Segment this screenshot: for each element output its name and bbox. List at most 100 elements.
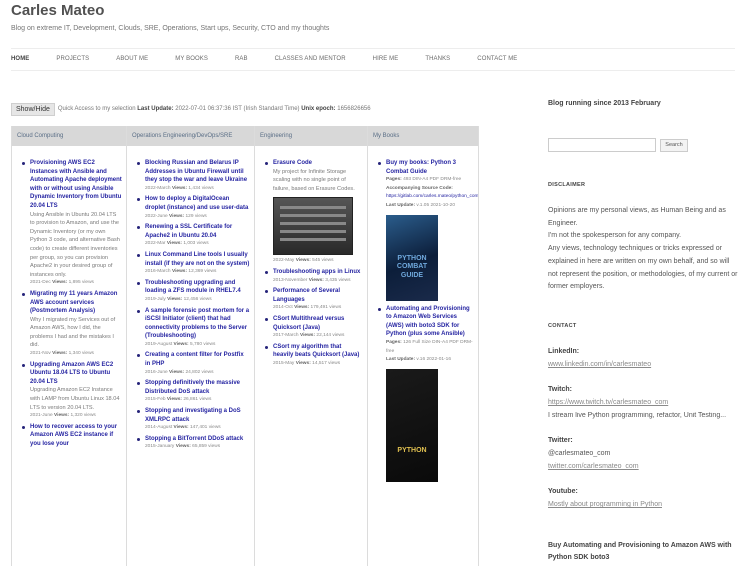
list-item: Migrating my 11 years Amazon AWS account… [20,290,122,359]
nav-projects[interactable]: PROJECTS [56,56,89,62]
article-link[interactable]: Stopping a BitTorrent DDoS attack [145,435,250,444]
disclaimer-heading: DISCLAIMER [548,182,586,188]
list-item: Stopping definitively the massive Distri… [135,379,250,405]
article-link[interactable]: Stopping definitively the massive Distri… [145,379,250,396]
article-link[interactable]: CSort my algorithm that heavily beats Qu… [273,343,363,360]
list-item: Renewing a SSL Certificate for Apache2 i… [135,223,250,249]
quick-access-table: Cloud Computing Provisioning AWS EC2 Ins… [11,126,479,566]
list-item: Erasure Code My project for Infinite Sto… [263,159,363,266]
book-source-label: Accompanying Source Code: [386,185,453,191]
blog-running-heading: Blog running since 2013 February [548,100,661,107]
buy-book-heading: Buy Automating and Provisioning to Amazo… [548,542,732,561]
youtube-link[interactable]: Mostly about programming in Python [548,501,662,508]
youtube-label: Youtube: [548,488,578,495]
article-link[interactable]: Troubleshooting upgrading and loading a … [145,279,250,296]
list-item: Automating and Provisioning to Amazon We… [376,305,474,482]
article-link[interactable]: A sample forensic post mortem for a iSCS… [145,307,250,341]
article-meta: 2022-May Views: 545 views [273,258,334,264]
python-combat-guide-cover-image[interactable]: PYTHON COMBAT GUIDE [386,214,438,301]
twitter-link[interactable]: twitter.com/carlesmateo_com [548,463,639,470]
search-input[interactable] [548,138,656,152]
list-item: Troubleshooting apps in Linux 2013-Novemb… [263,268,363,285]
article-link[interactable]: Blocking Russian and Belarus IP Addresse… [145,159,250,185]
book-cover-title: PYTHON [397,446,427,454]
article-meta: 2019-August Views: 5,780 views [145,341,216,347]
epoch-label: Unix epoch: [301,106,336,112]
article-link[interactable]: Stopping and investigating a DoS XMLRPC … [145,407,250,424]
epoch-value: 1656826656 [337,106,371,112]
aws-boto3-book-cover-image[interactable]: PYTHON [386,368,438,482]
column-operations: Operations Engineering/DevOps/SRE Blocki… [127,126,255,566]
article-meta: 2016-June Views: 24,802 views [145,369,214,375]
book-last-update: Last Update: v.1.05 2021-10-20 [386,202,455,208]
article-meta: 2015-May Views: 14,517 views [273,360,341,366]
nav-classes-and-mentor[interactable]: CLASSES AND MENTOR [275,56,346,62]
article-link[interactable]: Creating a content filter for Postfix in… [145,351,250,368]
nav-thanks[interactable]: THANKS [425,56,450,62]
article-meta: 2016-March Views: 12,369 views [145,269,217,275]
twitch-description: I stream live Python programming, refact… [548,412,727,419]
book-pages: Pages: 126 Full Size DIN-A4 PDF DRM-free [386,339,473,354]
book-last-update: Last Update: v.16 2022-01-16 [386,357,451,363]
book-pages: Pages: 493 DIN-A4 PDF DRM-free [386,177,462,183]
list-item: Stopping and investigating a DoS XMLRPC … [135,407,250,433]
article-meta: 2021-June Views: 1,320 views [30,413,96,419]
quick-access-text: Quick Access to my selection [57,106,136,112]
list-item: Stopping a BitTorrent DDoS attack 2015-Ja… [135,435,250,452]
nav-about-me[interactable]: ABOUT ME [116,56,148,62]
article-meta: 2014-Oct Views: 179,491 views [273,305,342,311]
article-link[interactable]: Troubleshooting apps in Linux [273,268,363,277]
book-link[interactable]: Automating and Provisioning to Amazon We… [386,305,474,339]
column-cloud-computing: Cloud Computing Provisioning AWS EC2 Ins… [12,126,127,566]
list-item: Upgrading Amazon AWS EC2 Ubuntu 18.04 LT… [20,361,122,421]
nav-contact-me[interactable]: CONTACT ME [477,56,517,62]
article-link[interactable]: Upgrading Amazon AWS EC2 Ubuntu 18.04 LT… [30,361,122,387]
site-title[interactable]: Carles Mateo [11,2,104,19]
column-heading: Engineering [255,126,367,146]
nav-my-books[interactable]: MY BOOKS [175,56,208,62]
book-link[interactable]: Buy my books: Python 3 Combat Guide [386,159,474,176]
article-link[interactable]: Renewing a SSL Certificate for Apache2 i… [145,223,250,240]
article-link[interactable]: Linux Command Line tools I usually insta… [145,251,250,268]
list-item: Troubleshooting upgrading and loading a … [135,279,250,305]
server-rack-image[interactable] [273,197,353,256]
main-navigation: HOME PROJECTS ABOUT ME MY BOOKS RAB CLAS… [11,56,544,62]
article-description: Using Ansible in Ubuntu 20.04 LTS to pro… [30,211,120,278]
column-engineering: Engineering Erasure Code My project for … [255,126,368,566]
list-item: Linux Command Line tools I usually insta… [135,251,250,277]
list-item: CSort my algorithm that heavily beats Qu… [263,343,363,369]
twitter-handle: @carlesmateo_com [548,450,611,457]
list-item: CSort Multithread versus Quicksort (Java… [263,315,363,341]
column-heading: My Books [368,126,478,146]
twitch-link[interactable]: https://www.twitch.tv/carlesmateo_com [548,399,668,406]
contact-heading: CONTACT [548,323,577,329]
article-link[interactable]: Provisioning AWS EC2 Instances with Ansi… [30,159,122,211]
nav-rab[interactable]: RAB [235,56,248,62]
show-hide-button[interactable]: Show/Hide [11,102,55,116]
article-link[interactable]: Migrating my 11 years Amazon AWS account… [30,290,122,316]
article-meta: 2022-Mar Views: 1,003 views [145,241,209,247]
disclaimer-text: Opinions are my personal views, as Human… [548,207,738,291]
book-source-link[interactable]: https://gitlab.com/carles.mateo/python_c… [386,193,478,202]
book-cover-title: PYTHON COMBAT GUIDE [396,254,428,279]
header-divider [11,48,735,49]
article-meta: 2013-November Views: 3,435 views [273,277,351,283]
nav-hire-me[interactable]: HIRE ME [373,56,399,62]
list-item: Provisioning AWS EC2 Instances with Ansi… [20,159,122,288]
article-link[interactable]: How to recover access to your Amazon AWS… [30,423,122,449]
article-link[interactable]: CSort Multithread versus Quicksort (Java… [273,315,363,332]
linkedin-link[interactable]: www.linkedin.com/in/carlesmateo [548,361,651,368]
article-meta: 2015-January Views: 65,859 views [145,444,221,450]
article-link[interactable]: Erasure Code [273,159,363,168]
list-item: Buy my books: Python 3 Combat Guide Page… [376,159,478,301]
article-meta: 2019-July Views: 12,456 views [145,296,212,302]
list-item: How to recover access to your Amazon AWS… [20,423,122,449]
twitter-label: Twitter: [548,437,573,444]
article-link[interactable]: Performance of Several Languages [273,287,363,304]
list-item: Performance of Several Languages 2014-Oct… [263,287,363,313]
article-meta: 2015-Feb Views: 26,861 views [145,397,212,403]
search-button[interactable]: Search [660,139,688,152]
nav-home[interactable]: HOME [11,56,29,62]
column-heading: Cloud Computing [12,126,126,146]
article-link[interactable]: How to deploy a DigitalOcean droplet (in… [145,195,250,212]
